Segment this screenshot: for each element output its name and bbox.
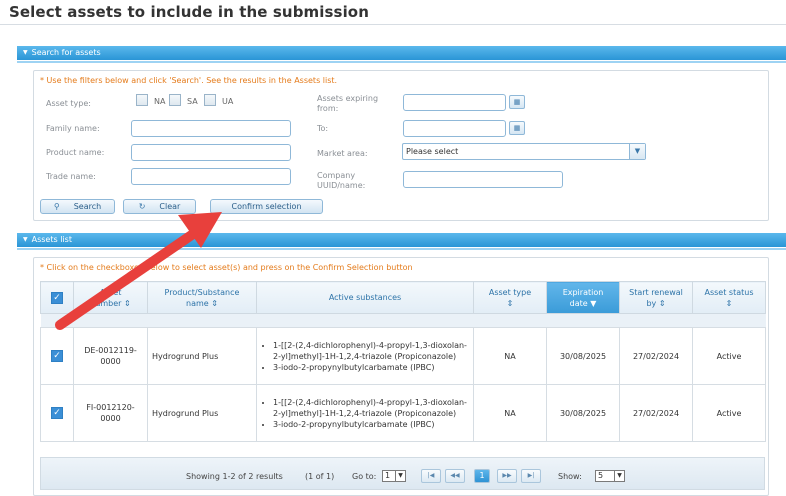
annotation-arrow-icon xyxy=(55,212,222,330)
